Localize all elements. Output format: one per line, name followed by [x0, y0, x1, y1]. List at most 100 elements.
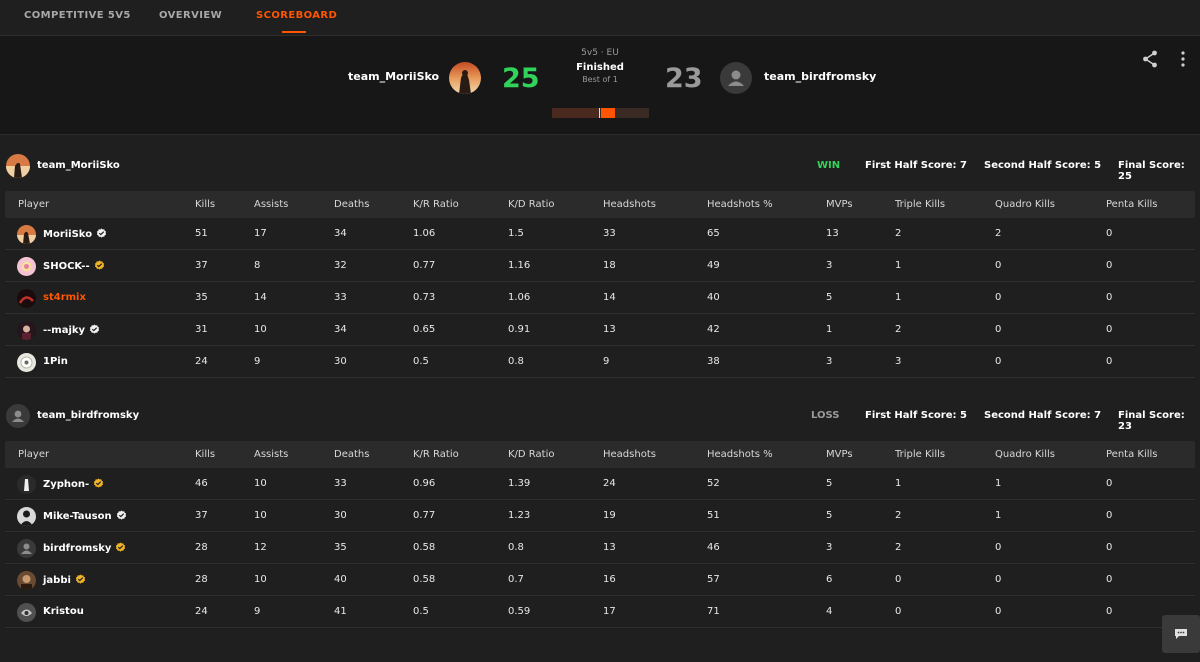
team1-name[interactable]: team_MoriiSko: [348, 70, 439, 83]
player-name-text[interactable]: st4rmix: [43, 292, 86, 303]
table-row[interactable]: MoriiSko 51 17 34 1.06 1.5 33 65 13 2 2 0: [5, 218, 1195, 250]
column-header-headshots[interactable]: Headshots: [603, 449, 656, 460]
column-header-headshots-pct[interactable]: Headshots %: [707, 449, 773, 460]
cell-assists: 9: [254, 606, 261, 617]
table-row[interactable]: --majky 31 10 34 0.65 0.91 13 42 1 2 0 0: [5, 314, 1195, 346]
tab-scoreboard[interactable]: SCOREBOARD: [256, 10, 337, 21]
player-name-text[interactable]: --majky: [43, 325, 85, 336]
player-name-text[interactable]: SHOCK--: [43, 261, 90, 272]
cell-kills: 31: [195, 324, 208, 335]
team2-name[interactable]: team_birdfromsky: [764, 70, 876, 83]
cell-assists: 17: [254, 228, 267, 239]
player-avatar[interactable]: [17, 571, 36, 590]
player-name-text[interactable]: jabbi: [43, 575, 71, 586]
team2-small-avatar[interactable]: [6, 404, 30, 428]
team1-summary: team_MoriiSko WIN First Half Score: 7 Se…: [0, 152, 1200, 182]
team1-score: 25: [502, 63, 540, 94]
progress-left-fill: [552, 108, 599, 118]
tab-overview[interactable]: OVERVIEW: [159, 10, 222, 21]
chat-icon: [1175, 629, 1187, 639]
column-header-triple-kills[interactable]: Triple Kills: [895, 199, 945, 210]
team1-small-avatar[interactable]: [6, 154, 30, 178]
cell-triple-kills: 2: [895, 228, 902, 239]
column-header-triple-kills[interactable]: Triple Kills: [895, 449, 945, 460]
column-header-kr-ratio[interactable]: K/R Ratio: [413, 199, 459, 210]
player-avatar[interactable]: [17, 539, 36, 558]
column-header-kd-ratio[interactable]: K/D Ratio: [508, 199, 554, 210]
player-name[interactable]: jabbi: [43, 574, 86, 586]
player-name[interactable]: st4rmix: [43, 292, 86, 303]
cell-penta-kills: 0: [1106, 356, 1113, 367]
player-name-text[interactable]: Kristou: [43, 606, 84, 617]
player-avatar[interactable]: [17, 257, 36, 276]
cell-quadro-kills: 0: [995, 324, 1002, 335]
chat-button[interactable]: [1162, 615, 1200, 653]
table-row[interactable]: Zyphon- 46 10 33 0.96 1.39 24 52 5 1 1 0: [5, 468, 1195, 500]
player-avatar[interactable]: [17, 353, 36, 372]
player-avatar[interactable]: [17, 507, 36, 526]
cell-kd-ratio: 1.23: [508, 510, 531, 521]
player-name-text[interactable]: Zyphon-: [43, 479, 89, 490]
player-name[interactable]: SHOCK--: [43, 260, 105, 272]
team1-section-name[interactable]: team_MoriiSko: [37, 160, 120, 171]
player-name[interactable]: Kristou: [43, 606, 84, 617]
player-avatar[interactable]: [17, 289, 36, 308]
column-header-player[interactable]: Player: [18, 449, 49, 460]
share-icon[interactable]: [1142, 50, 1158, 68]
column-header-kills[interactable]: Kills: [195, 449, 215, 460]
table-row[interactable]: Kristou 24 9 41 0.5 0.59 17 71 4 0 0 0: [5, 596, 1195, 628]
column-header-penta-kills[interactable]: Penta Kills: [1106, 199, 1158, 210]
player-name[interactable]: Zyphon-: [43, 478, 104, 490]
team1-second-half-score: Second Half Score: 5: [984, 160, 1102, 171]
player-avatar[interactable]: [17, 475, 36, 494]
player-name-text[interactable]: Mike-Tauson: [43, 511, 112, 522]
column-header-quadro-kills[interactable]: Quadro Kills: [995, 449, 1055, 460]
cell-triple-kills: 2: [895, 324, 902, 335]
column-header-mvps[interactable]: MVPs: [826, 199, 853, 210]
player-name[interactable]: birdfromsky: [43, 542, 126, 554]
column-header-headshots[interactable]: Headshots: [603, 199, 656, 210]
cell-kd-ratio: 0.8: [508, 356, 524, 367]
table-row[interactable]: st4rmix 35 14 33 0.73 1.06 14 40 5 1 0 0: [5, 282, 1195, 314]
column-header-deaths[interactable]: Deaths: [334, 449, 369, 460]
column-header-assists[interactable]: Assists: [254, 449, 288, 460]
table-header: Player Kills Assists Deaths K/R Ratio K/D Rat…: [5, 441, 1195, 468]
column-header-kr-ratio[interactable]: K/R Ratio: [413, 449, 459, 460]
player-avatar[interactable]: [17, 321, 36, 340]
cell-headshots: 14: [603, 292, 616, 303]
player-name-text[interactable]: MoriiSko: [43, 229, 92, 240]
player-name[interactable]: 1Pin: [43, 356, 68, 367]
player-name[interactable]: MoriiSko: [43, 228, 107, 240]
cell-deaths: 34: [334, 228, 347, 239]
column-header-penta-kills[interactable]: Penta Kills: [1106, 449, 1158, 460]
column-header-player[interactable]: Player: [18, 199, 49, 210]
cell-assists: 10: [254, 478, 267, 489]
table-row[interactable]: Mike-Tauson 37 10 30 0.77 1.23 19 51 5 2 1 0: [5, 500, 1195, 532]
column-header-kills[interactable]: Kills: [195, 199, 215, 210]
player-name[interactable]: --majky: [43, 324, 100, 336]
column-header-assists[interactable]: Assists: [254, 199, 288, 210]
player-name[interactable]: Mike-Tauson: [43, 510, 127, 522]
cell-headshots: 13: [603, 542, 616, 553]
table-row[interactable]: SHOCK-- 37 8 32 0.77 1.16 18 49 3 1 0 0: [5, 250, 1195, 282]
cell-headshots: 19: [603, 510, 616, 521]
column-header-deaths[interactable]: Deaths: [334, 199, 369, 210]
player-avatar[interactable]: [17, 603, 36, 622]
team1-avatar[interactable]: [449, 62, 481, 94]
player-name-text[interactable]: 1Pin: [43, 356, 68, 367]
team2-section-name[interactable]: team_birdfromsky: [37, 410, 139, 421]
tab-competitive-5v5[interactable]: COMPETITIVE 5V5: [24, 10, 131, 21]
team2-avatar[interactable]: [720, 62, 752, 94]
player-avatar[interactable]: [17, 225, 36, 244]
table-row[interactable]: birdfromsky 28 12 35 0.58 0.8 13 46 3 2 0 0: [5, 532, 1195, 564]
cell-kd-ratio: 1.06: [508, 292, 531, 303]
team2-first-half-score: First Half Score: 5: [865, 410, 967, 421]
table-row[interactable]: jabbi 28 10 40 0.58 0.7 16 57 6 0 0 0: [5, 564, 1195, 596]
column-header-quadro-kills[interactable]: Quadro Kills: [995, 199, 1055, 210]
more-options-icon[interactable]: [1180, 50, 1186, 68]
player-name-text[interactable]: birdfromsky: [43, 543, 111, 554]
table-row[interactable]: 1Pin 24 9 30 0.5 0.8 9 38 3 3 0 0: [5, 346, 1195, 378]
column-header-kd-ratio[interactable]: K/D Ratio: [508, 449, 554, 460]
column-header-headshots-pct[interactable]: Headshots %: [707, 199, 773, 210]
column-header-mvps[interactable]: MVPs: [826, 449, 853, 460]
